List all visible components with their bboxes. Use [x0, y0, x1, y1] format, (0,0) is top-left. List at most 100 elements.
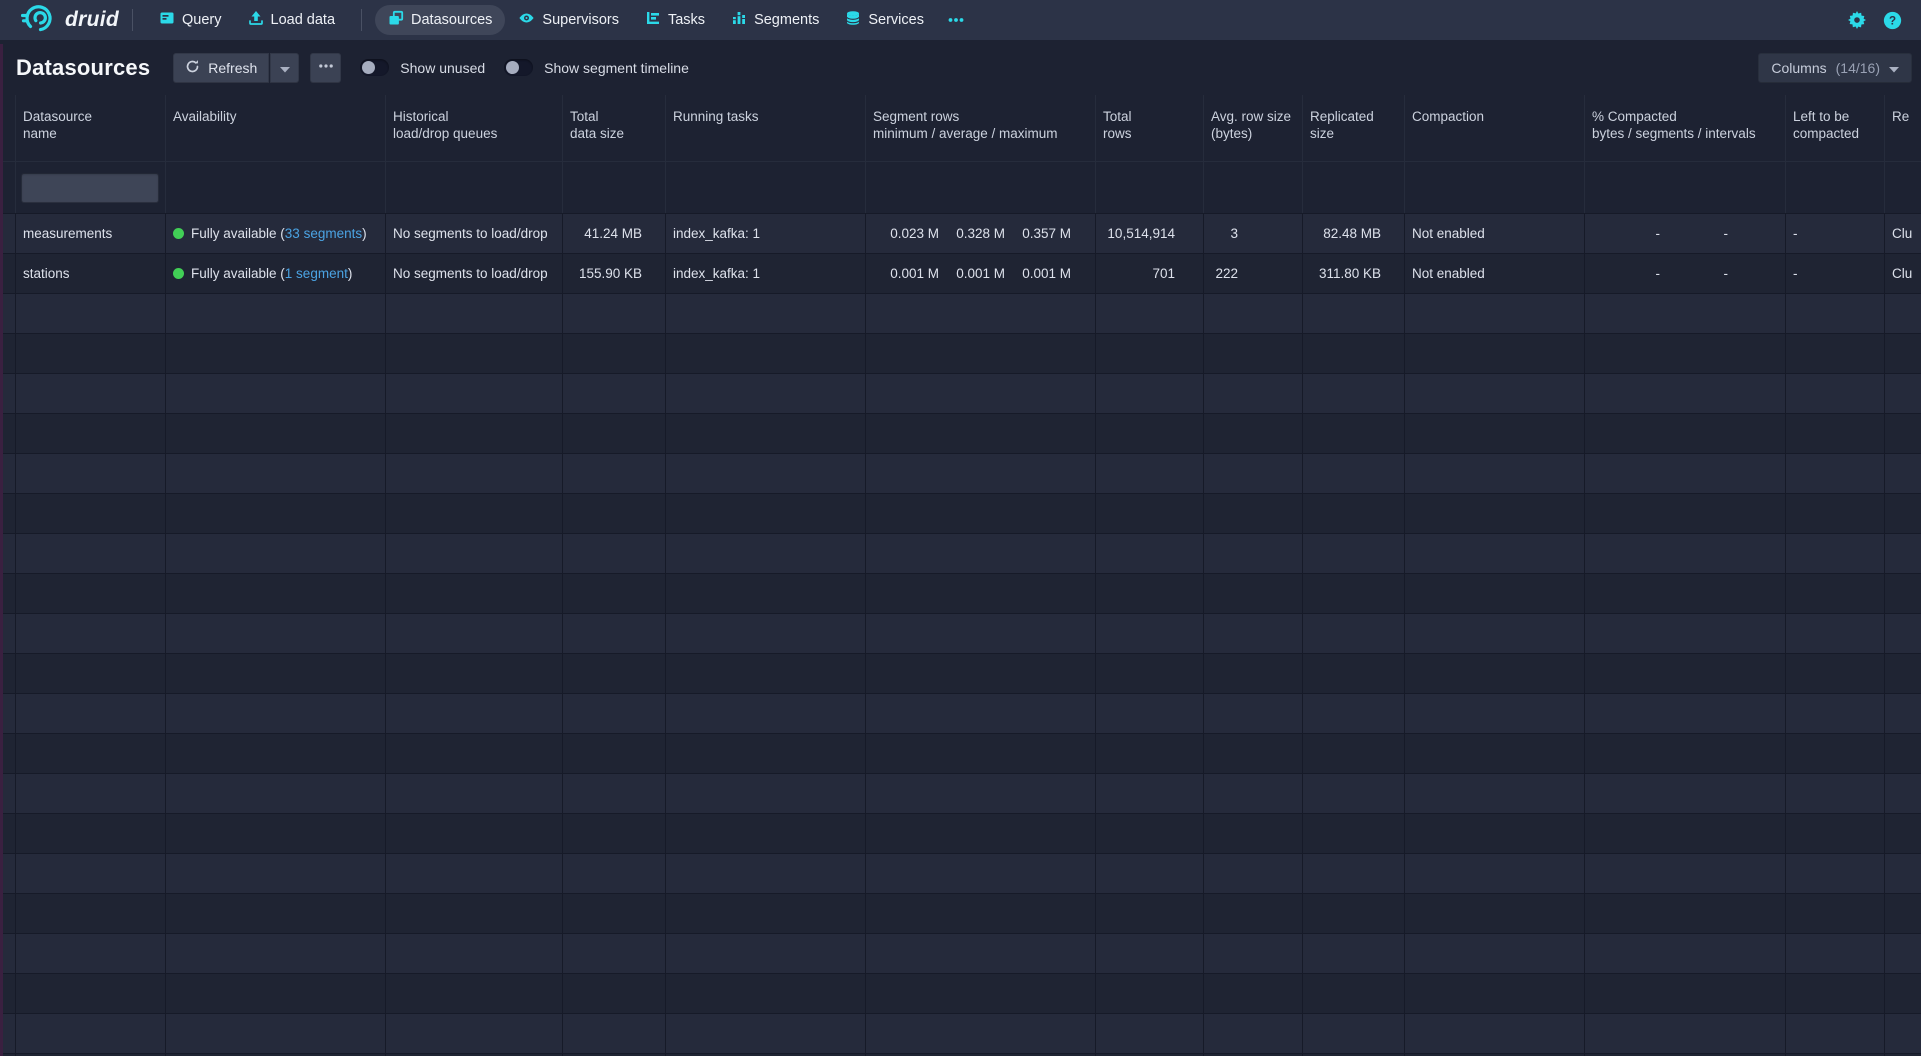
table-row[interactable]: stationsFully available (1 segment)No se…: [0, 254, 1921, 294]
empty-cell: [16, 374, 166, 413]
empty-cell: [16, 774, 166, 813]
empty-cell: [1096, 774, 1204, 813]
column-header-line1: Total: [1103, 109, 1132, 124]
empty-cell: [1204, 774, 1303, 813]
more-actions-button[interactable]: [310, 53, 341, 83]
toggle-track[interactable]: [360, 59, 389, 76]
empty-cell: [1096, 894, 1204, 933]
toggle-label: Show segment timeline: [544, 60, 689, 76]
segments-link[interactable]: 33 segments: [285, 226, 362, 241]
column-header-re[interactable]: Re: [1885, 95, 1921, 161]
column-header-line2: data size: [570, 125, 658, 142]
column-header-segment-rows-minimum-average-maximum[interactable]: Segment rowsminimum / average / maximum: [866, 95, 1096, 161]
empty-cell: [16, 614, 166, 653]
empty-cell: [1585, 774, 1786, 813]
column-header-total-rows[interactable]: Totalrows: [1096, 95, 1204, 161]
nav-item-datasources[interactable]: Datasources: [375, 5, 505, 35]
nav-item-label: Services: [868, 12, 924, 28]
cell-sub-value: ...: [1728, 266, 1786, 281]
empty-cell: [1585, 734, 1786, 773]
column-header-historical-load-drop-queues[interactable]: Historicalload/drop queues: [386, 95, 563, 161]
empty-cell: [1204, 1014, 1303, 1053]
cell-sub-value: 0.001 M: [939, 266, 1005, 281]
help-icon[interactable]: ?: [1883, 11, 1902, 30]
empty-cell: [666, 654, 866, 693]
column-header-line1: Historical: [393, 109, 449, 124]
column-header-replicated-size[interactable]: Replicatedsize: [1303, 95, 1405, 161]
cell-triple: --...: [1585, 214, 1786, 253]
nav-item-label: Load data: [271, 12, 336, 28]
table-row[interactable]: measurementsFully available (33 segments…: [0, 214, 1921, 254]
empty-cell: [386, 414, 563, 453]
navbar-divider: [361, 9, 362, 31]
availability-text: ): [348, 266, 353, 281]
settings-gear-icon[interactable]: [1848, 11, 1866, 29]
empty-cell: [1204, 654, 1303, 693]
empty-cell: [1885, 974, 1921, 1013]
nav-more-button[interactable]: [937, 5, 975, 35]
empty-cell: [16, 294, 166, 333]
cell-triple: --...: [1585, 254, 1786, 293]
column-header-line1: Replicated: [1310, 109, 1374, 124]
nav-item-query[interactable]: Query: [146, 5, 235, 35]
toggle-show-segment-timeline[interactable]: Show segment timeline: [504, 59, 689, 76]
segments-link[interactable]: 1 segment: [285, 266, 348, 281]
cell-retention[interactable]: Clu: [1885, 214, 1921, 253]
chevron-down-icon: [280, 60, 290, 76]
empty-cell: [1885, 454, 1921, 493]
refresh-button[interactable]: Refresh: [173, 53, 269, 83]
column-header-avg-row-size-bytes[interactable]: Avg. row size(bytes): [1204, 95, 1303, 161]
empty-cell: [386, 854, 563, 893]
empty-table-row: [0, 774, 1921, 814]
empty-cell: [1096, 694, 1204, 733]
column-header-running-tasks[interactable]: Running tasks: [666, 95, 866, 161]
column-header-datasource-name[interactable]: Datasourcename: [16, 95, 166, 161]
empty-cell: [666, 774, 866, 813]
nav-item-supervisors[interactable]: Supervisors: [505, 5, 632, 35]
nav-item-services[interactable]: Services: [832, 5, 937, 35]
nav-item-segments[interactable]: Segments: [718, 5, 832, 35]
column-header-availability[interactable]: Availability: [166, 95, 386, 161]
cell-total_rows: 10,514,914: [1096, 214, 1204, 253]
columns-button[interactable]: Columns (14/16): [1758, 53, 1912, 83]
empty-cell: [1405, 854, 1585, 893]
nav-item-load-data[interactable]: Load data: [235, 5, 349, 35]
empty-cell: [1303, 814, 1405, 853]
column-header--compacted-bytes-segments-intervals[interactable]: % Compactedbytes / segments / intervals: [1585, 95, 1786, 161]
empty-cell: [16, 854, 166, 893]
empty-cell: [866, 934, 1096, 973]
empty-cell: [1885, 934, 1921, 973]
empty-cell: [1585, 374, 1786, 413]
datasource-filter-input[interactable]: [21, 173, 159, 203]
cell-value: 701: [1152, 266, 1175, 281]
empty-cell: [1585, 654, 1786, 693]
cell-name[interactable]: measurements: [16, 214, 166, 253]
cell-name[interactable]: stations: [16, 254, 166, 293]
empty-cell: [1096, 974, 1204, 1013]
empty-cell: [166, 734, 386, 773]
toggle-track[interactable]: [504, 59, 533, 76]
empty-cell: [866, 454, 1096, 493]
empty-cell: [166, 894, 386, 933]
column-header-left-to-be-compacted[interactable]: Left to becompacted: [1786, 95, 1885, 161]
nav-item-tasks[interactable]: Tasks: [632, 5, 718, 35]
toggle-show-unused[interactable]: Show unused: [360, 59, 485, 76]
druid-logo[interactable]: druid: [21, 3, 119, 38]
empty-cell: [866, 574, 1096, 613]
empty-cell: [666, 534, 866, 573]
cell-retention[interactable]: Clu: [1885, 254, 1921, 293]
empty-cell: [1585, 414, 1786, 453]
empty-cell: [563, 614, 666, 653]
column-header-total-data-size[interactable]: Totaldata size: [563, 95, 666, 161]
empty-cell: [166, 694, 386, 733]
empty-cell: [1585, 454, 1786, 493]
navbar-right: ?: [1848, 11, 1921, 30]
empty-cell: [563, 694, 666, 733]
empty-cell: [166, 414, 386, 453]
column-header-line1: % Compacted: [1592, 109, 1677, 124]
empty-table-row: [0, 934, 1921, 974]
refresh-dropdown-button[interactable]: [270, 53, 299, 83]
empty-cell: [386, 334, 563, 373]
column-header-compaction[interactable]: Compaction: [1405, 95, 1585, 161]
column-header-line1: Segment rows: [873, 109, 959, 124]
